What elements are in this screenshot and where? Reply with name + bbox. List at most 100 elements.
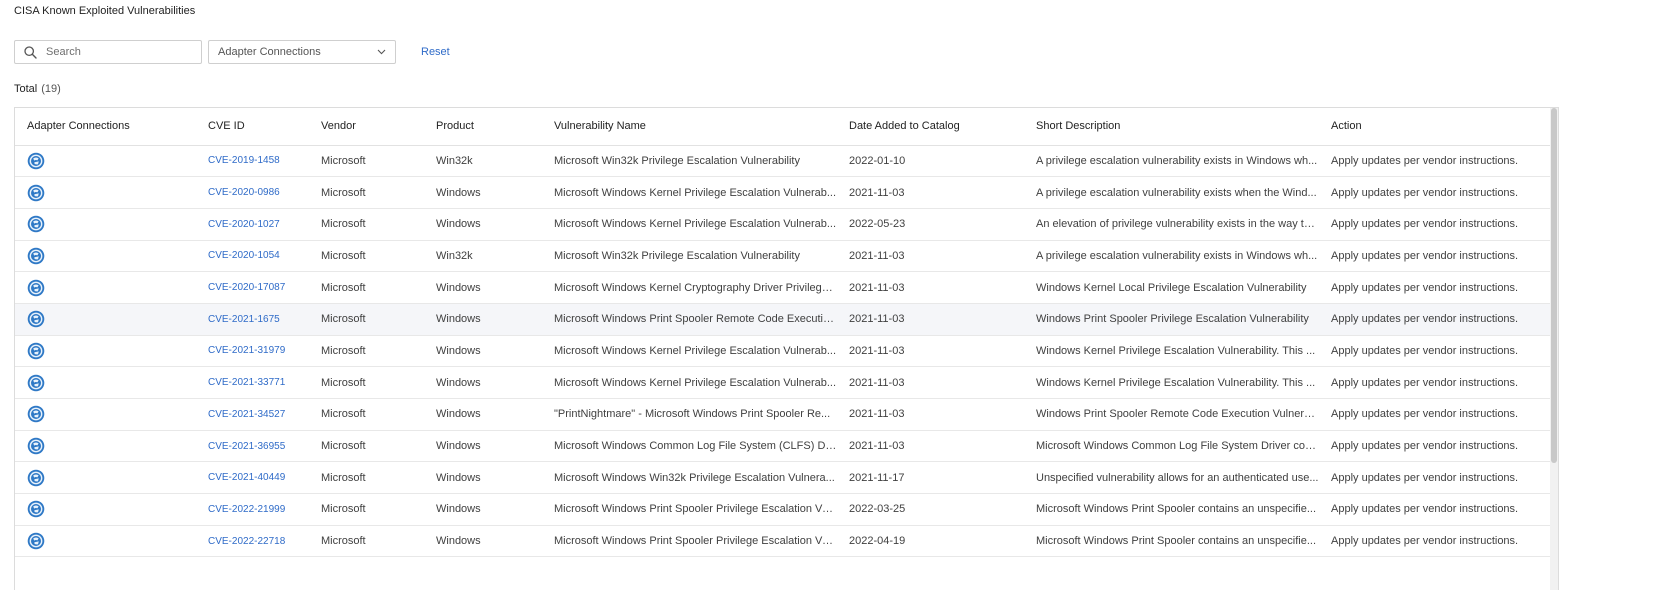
product-cell: Win32k [424,240,542,273]
cve-id-link[interactable]: CVE-2021-34527 [196,398,309,431]
vendor-cell: Microsoft [309,493,424,526]
table-row[interactable]: CVE-2020-0986 Microsoft Windows Microsoft W… [15,176,1558,209]
adapter-globe-icon[interactable] [27,279,45,297]
column-header-product[interactable]: Product [424,108,542,146]
adapter-cell [15,430,196,463]
table-row[interactable]: CVE-2019-1458 Microsoft Win32k Microsoft Wi… [15,145,1558,178]
table-row[interactable]: CVE-2021-34527 Microsoft Windows "PrintNigh… [15,398,1558,431]
action-cell: Apply updates per vendor instructions. [1319,335,1558,368]
short-description-cell: Microsoft Windows Print Spooler contains… [1024,525,1319,558]
vulnerability-name-cell: Microsoft Windows Kernel Privilege Escal… [542,176,837,209]
date-added-cell: 2021-11-03 [837,303,1024,336]
date-added-cell: 2021-11-17 [837,461,1024,495]
column-header-cve-id[interactable]: CVE ID [196,108,309,146]
vulnerability-name-cell: Microsoft Windows Kernel Privilege Escal… [542,208,837,241]
product-cell: Windows [424,208,542,241]
adapter-globe-icon[interactable] [27,500,45,518]
short-description-cell: An elevation of privilege vulnerability … [1024,208,1319,241]
adapter-cell [15,271,196,304]
date-added-cell: 2022-01-10 [837,145,1024,178]
adapter-globe-icon[interactable] [27,374,45,392]
vulnerability-name-cell: Microsoft Windows Print Spooler Privileg… [542,493,837,526]
adapter-filter-select[interactable]: Adapter Connections [208,40,396,64]
vulnerability-name-cell: Microsoft Win32k Privilege Escalation Vu… [542,240,837,273]
product-cell: Windows [424,525,542,558]
search-box[interactable] [14,40,202,64]
adapter-globe-icon[interactable] [27,247,45,265]
vulnerabilities-table: Adapter Connections CVE ID Vendor Produc… [14,107,1559,590]
cve-id-link[interactable]: CVE-2021-1675 [196,303,309,336]
adapter-cell [15,145,196,178]
total-label: Total [14,83,38,95]
date-added-cell: 2021-11-03 [837,366,1024,399]
column-header-vulnerability-name[interactable]: Vulnerability Name [542,108,837,146]
adapter-cell [15,366,196,399]
search-input[interactable] [46,46,196,58]
table-row[interactable]: CVE-2022-22718 Microsoft Windows Microsoft … [15,525,1558,558]
cve-id-link[interactable]: CVE-2021-33771 [196,366,309,399]
table-row[interactable]: CVE-2021-31979 Microsoft Windows Microsoft … [15,335,1558,368]
cve-id-link[interactable]: CVE-2020-1054 [196,240,309,273]
vulnerability-name-cell: Microsoft Windows Kernel Privilege Escal… [542,335,837,368]
column-header-vendor[interactable]: Vendor [309,108,424,146]
adapter-globe-icon[interactable] [27,184,45,202]
adapter-globe-icon[interactable] [27,152,45,170]
column-header-short-description[interactable]: Short Description [1024,108,1319,146]
chevron-down-icon [377,49,386,55]
short-description-cell: Windows Kernel Privilege Escalation Vuln… [1024,335,1319,368]
action-cell: Apply updates per vendor instructions. [1319,430,1558,463]
table-row[interactable]: CVE-2021-36955 Microsoft Windows Microsoft … [15,430,1558,463]
column-header-adapter-connections[interactable]: Adapter Connections [15,108,196,146]
action-cell: Apply updates per vendor instructions. [1319,271,1558,304]
column-header-action[interactable]: Action [1319,108,1558,146]
short-description-cell: Microsoft Windows Common Log File System… [1024,430,1319,463]
cve-id-link[interactable]: CVE-2022-21999 [196,493,309,526]
vendor-cell: Microsoft [309,525,424,558]
adapter-cell [15,398,196,431]
cve-id-link[interactable]: CVE-2021-40449 [196,461,309,495]
date-added-cell: 2021-11-03 [837,271,1024,304]
vendor-cell: Microsoft [309,430,424,463]
action-cell: Apply updates per vendor instructions. [1319,366,1558,399]
adapter-cell [15,525,196,558]
table-row[interactable]: CVE-2022-21999 Microsoft Windows Microsoft … [15,493,1558,526]
cve-id-link[interactable]: CVE-2021-36955 [196,430,309,463]
product-cell: Windows [424,398,542,431]
adapter-globe-icon[interactable] [27,469,45,487]
action-cell: Apply updates per vendor instructions. [1319,493,1558,526]
action-cell: Apply updates per vendor instructions. [1319,461,1558,495]
cve-id-link[interactable]: CVE-2021-31979 [196,335,309,368]
short-description-cell: A privilege escalation vulnerability exi… [1024,240,1319,273]
reset-button[interactable]: Reset [421,46,450,58]
product-cell: Windows [424,271,542,304]
adapter-globe-icon[interactable] [27,215,45,233]
cve-id-link[interactable]: CVE-2022-22718 [196,525,309,558]
adapter-globe-icon[interactable] [27,342,45,360]
adapter-globe-icon[interactable] [27,437,45,455]
table-row[interactable]: CVE-2021-33771 Microsoft Windows Microsoft … [15,366,1558,399]
short-description-cell: Microsoft Windows Print Spooler contains… [1024,493,1319,526]
cve-id-link[interactable]: CVE-2020-17087 [196,271,309,304]
table-row[interactable]: CVE-2020-1027 Microsoft Windows Microsoft W… [15,208,1558,241]
product-cell: Windows [424,366,542,399]
date-added-cell: 2021-11-03 [837,176,1024,209]
adapter-cell [15,335,196,368]
action-cell: Apply updates per vendor instructions. [1319,240,1558,273]
column-header-date-added[interactable]: Date Added to Catalog [837,108,1024,146]
cve-id-link[interactable]: CVE-2020-0986 [196,176,309,209]
product-cell: Windows [424,430,542,463]
product-cell: Win32k [424,145,542,178]
adapter-globe-icon[interactable] [27,532,45,550]
adapter-globe-icon[interactable] [27,405,45,423]
cve-id-link[interactable]: CVE-2020-1027 [196,208,309,241]
adapter-globe-icon[interactable] [27,310,45,328]
table-row[interactable]: CVE-2021-1675 Microsoft Windows Microsoft W… [15,303,1558,336]
table-row[interactable]: CVE-2020-17087 Microsoft Windows Microsoft … [15,271,1558,304]
short-description-cell: Windows Kernel Local Privilege Escalatio… [1024,271,1319,304]
vulnerability-name-cell: Microsoft Windows Common Log File System… [542,430,837,463]
table-row[interactable]: CVE-2020-1054 Microsoft Win32k Microsoft Wi… [15,240,1558,273]
scrollbar-thumb[interactable] [1551,108,1557,463]
date-added-cell: 2022-03-25 [837,493,1024,526]
table-row[interactable]: CVE-2021-40449 Microsoft Windows Microsoft … [15,461,1558,495]
cve-id-link[interactable]: CVE-2019-1458 [196,145,309,178]
